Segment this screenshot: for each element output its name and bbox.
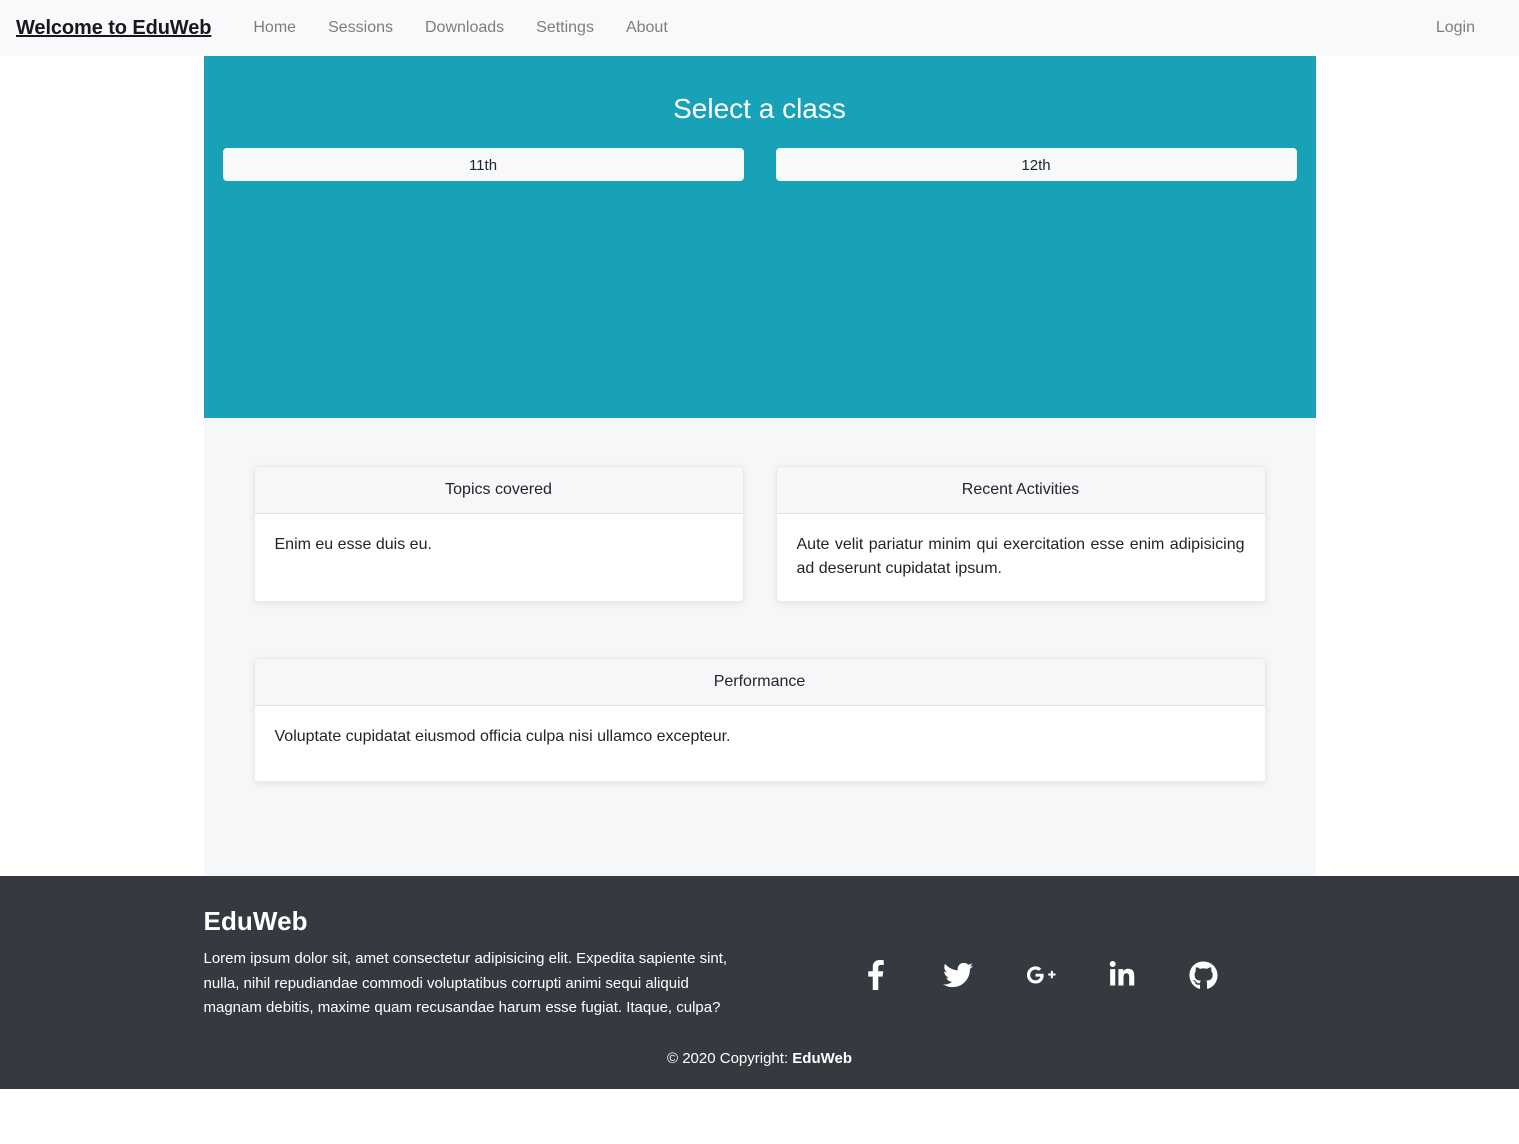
footer-description: Lorem ipsum dolor sit, amet consectetur … (203, 950, 728, 1016)
dashboard-cards: Topics covered Enim eu esse duis eu. Rec… (203, 418, 1316, 877)
card-topics-covered: Topics covered Enim eu esse duis eu. (253, 466, 744, 603)
nav-link-downloads[interactable]: Downloads (409, 11, 520, 45)
google-plus-icon[interactable] (1023, 958, 1057, 992)
footer-copyright: © 2020 Copyright: EduWeb (0, 1038, 1519, 1089)
footer-inner: EduWeb Lorem ipsum dolor sit, amet conse… (204, 906, 1316, 1038)
class-button-12th[interactable]: 12th (775, 147, 1297, 181)
navbar-brand[interactable]: Welcome to EduWeb (16, 17, 211, 40)
copyright-brand: EduWeb (792, 1050, 853, 1068)
nav-item-home: Home (237, 11, 312, 45)
top-navbar: Welcome to EduWeb Home Sessions Download… (0, 0, 1519, 56)
nav-item-about: About (610, 11, 684, 45)
hero-select-class: Select a class 11th 12th (203, 56, 1316, 418)
card-recent-activities: Recent Activities Aute velit pariatur mi… (775, 466, 1266, 603)
card-topics-covered-body: Enim eu esse duis eu. (274, 536, 432, 554)
nav-item-settings: Settings (520, 11, 610, 45)
footer-social-links (764, 906, 1316, 1020)
site-footer: EduWeb Lorem ipsum dolor sit, amet conse… (0, 876, 1519, 1090)
facebook-icon[interactable] (859, 958, 893, 992)
linkedin-icon[interactable] (1105, 958, 1139, 992)
github-icon[interactable] (1187, 958, 1221, 992)
page-wrapper: Select a class 11th 12th Topics covered … (0, 56, 1519, 877)
card-performance-body: Voluptate cupidatat eiusmod officia culp… (274, 728, 731, 746)
nav-link-about[interactable]: About (610, 11, 684, 45)
card-topics-covered-title: Topics covered (254, 467, 743, 515)
nav-item-downloads: Downloads (409, 11, 520, 45)
card-recent-activities-title: Recent Activities (776, 467, 1265, 515)
card-recent-activities-body: Aute velit pariatur minim qui exercitati… (796, 536, 1245, 578)
card-performance: Performance Voluptate cupidatat eiusmod … (253, 658, 1266, 783)
class-button-row: 11th 12th (222, 147, 1297, 181)
twitter-icon[interactable] (941, 958, 975, 992)
navbar-links: Home Sessions Downloads Settings About (237, 11, 683, 45)
card-row-top: Topics covered Enim eu esse duis eu. Rec… (253, 466, 1266, 603)
content-container: Select a class 11th 12th Topics covered … (203, 56, 1316, 877)
nav-link-settings[interactable]: Settings (520, 11, 610, 45)
card-performance-title: Performance (254, 659, 1265, 707)
nav-item-sessions: Sessions (312, 11, 409, 45)
copyright-text: © 2020 Copyright: (666, 1050, 793, 1068)
footer-brand: EduWeb (203, 906, 308, 937)
card-row-bottom: Performance Voluptate cupidatat eiusmod … (253, 658, 1266, 783)
nav-link-sessions[interactable]: Sessions (312, 11, 409, 45)
navbar-right: Login (1420, 11, 1503, 45)
class-button-11th[interactable]: 11th (222, 147, 744, 181)
hero-title: Select a class (673, 93, 846, 124)
login-link[interactable]: Login (1420, 11, 1503, 45)
nav-link-home[interactable]: Home (237, 11, 312, 45)
footer-about: EduWeb Lorem ipsum dolor sit, amet conse… (204, 906, 764, 1020)
